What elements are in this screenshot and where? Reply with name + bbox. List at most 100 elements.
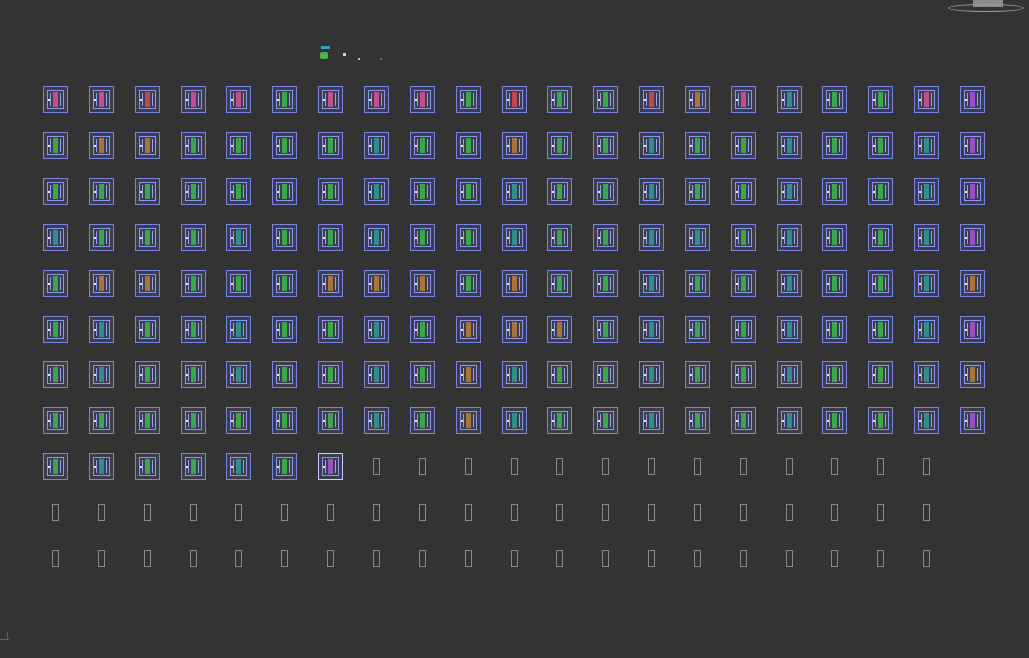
scene-object[interactable]: [593, 178, 618, 205]
empty-object-slot[interactable]: [52, 550, 59, 567]
empty-object-slot[interactable]: [373, 550, 380, 567]
scene-object[interactable]: [777, 270, 802, 297]
scene-object[interactable]: [914, 86, 939, 113]
scene-object[interactable]: [43, 407, 68, 434]
empty-object-slot[interactable]: [831, 504, 838, 521]
scene-object[interactable]: [135, 224, 160, 251]
scene-object[interactable]: [502, 178, 527, 205]
scene-object[interactable]: [43, 86, 68, 113]
scene-object[interactable]: [868, 224, 893, 251]
scene-object[interactable]: [410, 86, 435, 113]
scene-object[interactable]: [272, 270, 297, 297]
scene-object[interactable]: [960, 86, 985, 113]
empty-object-slot[interactable]: [190, 504, 197, 521]
scene-object[interactable]: [89, 407, 114, 434]
scene-object[interactable]: [272, 224, 297, 251]
empty-object-slot[interactable]: [281, 504, 288, 521]
scene-object[interactable]: [822, 316, 847, 343]
empty-object-slot[interactable]: [694, 458, 701, 475]
scene-object[interactable]: [914, 224, 939, 251]
scene-object[interactable]: [593, 361, 618, 388]
scene-object[interactable]: [364, 361, 389, 388]
empty-object-slot[interactable]: [602, 458, 609, 475]
scene-object[interactable]: [960, 178, 985, 205]
scene-object[interactable]: [593, 316, 618, 343]
scene-object[interactable]: [868, 132, 893, 159]
scene-object[interactable]: [364, 224, 389, 251]
scene-object[interactable]: [731, 316, 756, 343]
empty-object-slot[interactable]: [327, 550, 334, 567]
scene-object[interactable]: [914, 407, 939, 434]
scene-object[interactable]: [43, 270, 68, 297]
scene-object[interactable]: [639, 361, 664, 388]
scene-object[interactable]: [731, 407, 756, 434]
scene-viewport[interactable]: [0, 0, 1029, 658]
empty-object-slot[interactable]: [419, 504, 426, 521]
scene-object[interactable]: [318, 86, 343, 113]
scene-object[interactable]: [43, 224, 68, 251]
scene-object[interactable]: [685, 361, 710, 388]
scene-object[interactable]: [135, 407, 160, 434]
scene-object[interactable]: [547, 86, 572, 113]
scene-object[interactable]: [685, 407, 710, 434]
empty-object-slot[interactable]: [877, 458, 884, 475]
scene-object[interactable]: [43, 361, 68, 388]
scene-object[interactable]: [914, 178, 939, 205]
empty-object-slot[interactable]: [556, 550, 563, 567]
scene-object[interactable]: [89, 178, 114, 205]
scene-object[interactable]: [456, 316, 481, 343]
scene-object[interactable]: [731, 86, 756, 113]
empty-object-slot[interactable]: [281, 550, 288, 567]
empty-object-slot[interactable]: [831, 550, 838, 567]
scene-object[interactable]: [89, 132, 114, 159]
scene-object[interactable]: [822, 178, 847, 205]
empty-object-slot[interactable]: [190, 550, 197, 567]
scene-object[interactable]: [410, 132, 435, 159]
scene-object[interactable]: [685, 316, 710, 343]
scene-object[interactable]: [639, 407, 664, 434]
empty-object-slot[interactable]: [877, 504, 884, 521]
empty-object-slot[interactable]: [98, 550, 105, 567]
scene-object[interactable]: [272, 361, 297, 388]
scene-object[interactable]: [226, 224, 251, 251]
scene-object[interactable]: [547, 132, 572, 159]
distant-object-green[interactable]: [320, 52, 328, 59]
scene-object[interactable]: [547, 316, 572, 343]
empty-object-slot[interactable]: [556, 504, 563, 521]
empty-object-slot[interactable]: [235, 550, 242, 567]
scene-object[interactable]: [43, 178, 68, 205]
empty-object-slot[interactable]: [511, 458, 518, 475]
scene-object[interactable]: [593, 407, 618, 434]
scene-object[interactable]: [593, 132, 618, 159]
empty-object-slot[interactable]: [144, 504, 151, 521]
empty-object-slot[interactable]: [740, 458, 747, 475]
scene-object[interactable]: [960, 316, 985, 343]
scene-object[interactable]: [456, 132, 481, 159]
empty-object-slot[interactable]: [648, 504, 655, 521]
empty-object-slot[interactable]: [602, 550, 609, 567]
scene-object[interactable]: [226, 316, 251, 343]
scene-object[interactable]: [822, 224, 847, 251]
scene-object[interactable]: [822, 132, 847, 159]
scene-object[interactable]: [777, 407, 802, 434]
scene-object[interactable]: [777, 86, 802, 113]
empty-object-slot[interactable]: [556, 458, 563, 475]
scene-object[interactable]: [593, 224, 618, 251]
scene-object[interactable]: [777, 361, 802, 388]
scene-object[interactable]: [410, 407, 435, 434]
scene-object[interactable]: [181, 316, 206, 343]
scene-object[interactable]: [868, 407, 893, 434]
scene-object[interactable]: [685, 86, 710, 113]
scene-object[interactable]: [43, 132, 68, 159]
scene-object[interactable]: [777, 178, 802, 205]
empty-object-slot[interactable]: [694, 504, 701, 521]
empty-object-slot[interactable]: [465, 504, 472, 521]
scene-object[interactable]: [456, 270, 481, 297]
scene-object[interactable]: [181, 86, 206, 113]
scene-object[interactable]: [318, 407, 343, 434]
scene-object[interactable]: [502, 316, 527, 343]
scene-object[interactable]: [868, 86, 893, 113]
scene-object[interactable]: [364, 407, 389, 434]
scene-object[interactable]: [410, 224, 435, 251]
scene-object[interactable]: [914, 132, 939, 159]
